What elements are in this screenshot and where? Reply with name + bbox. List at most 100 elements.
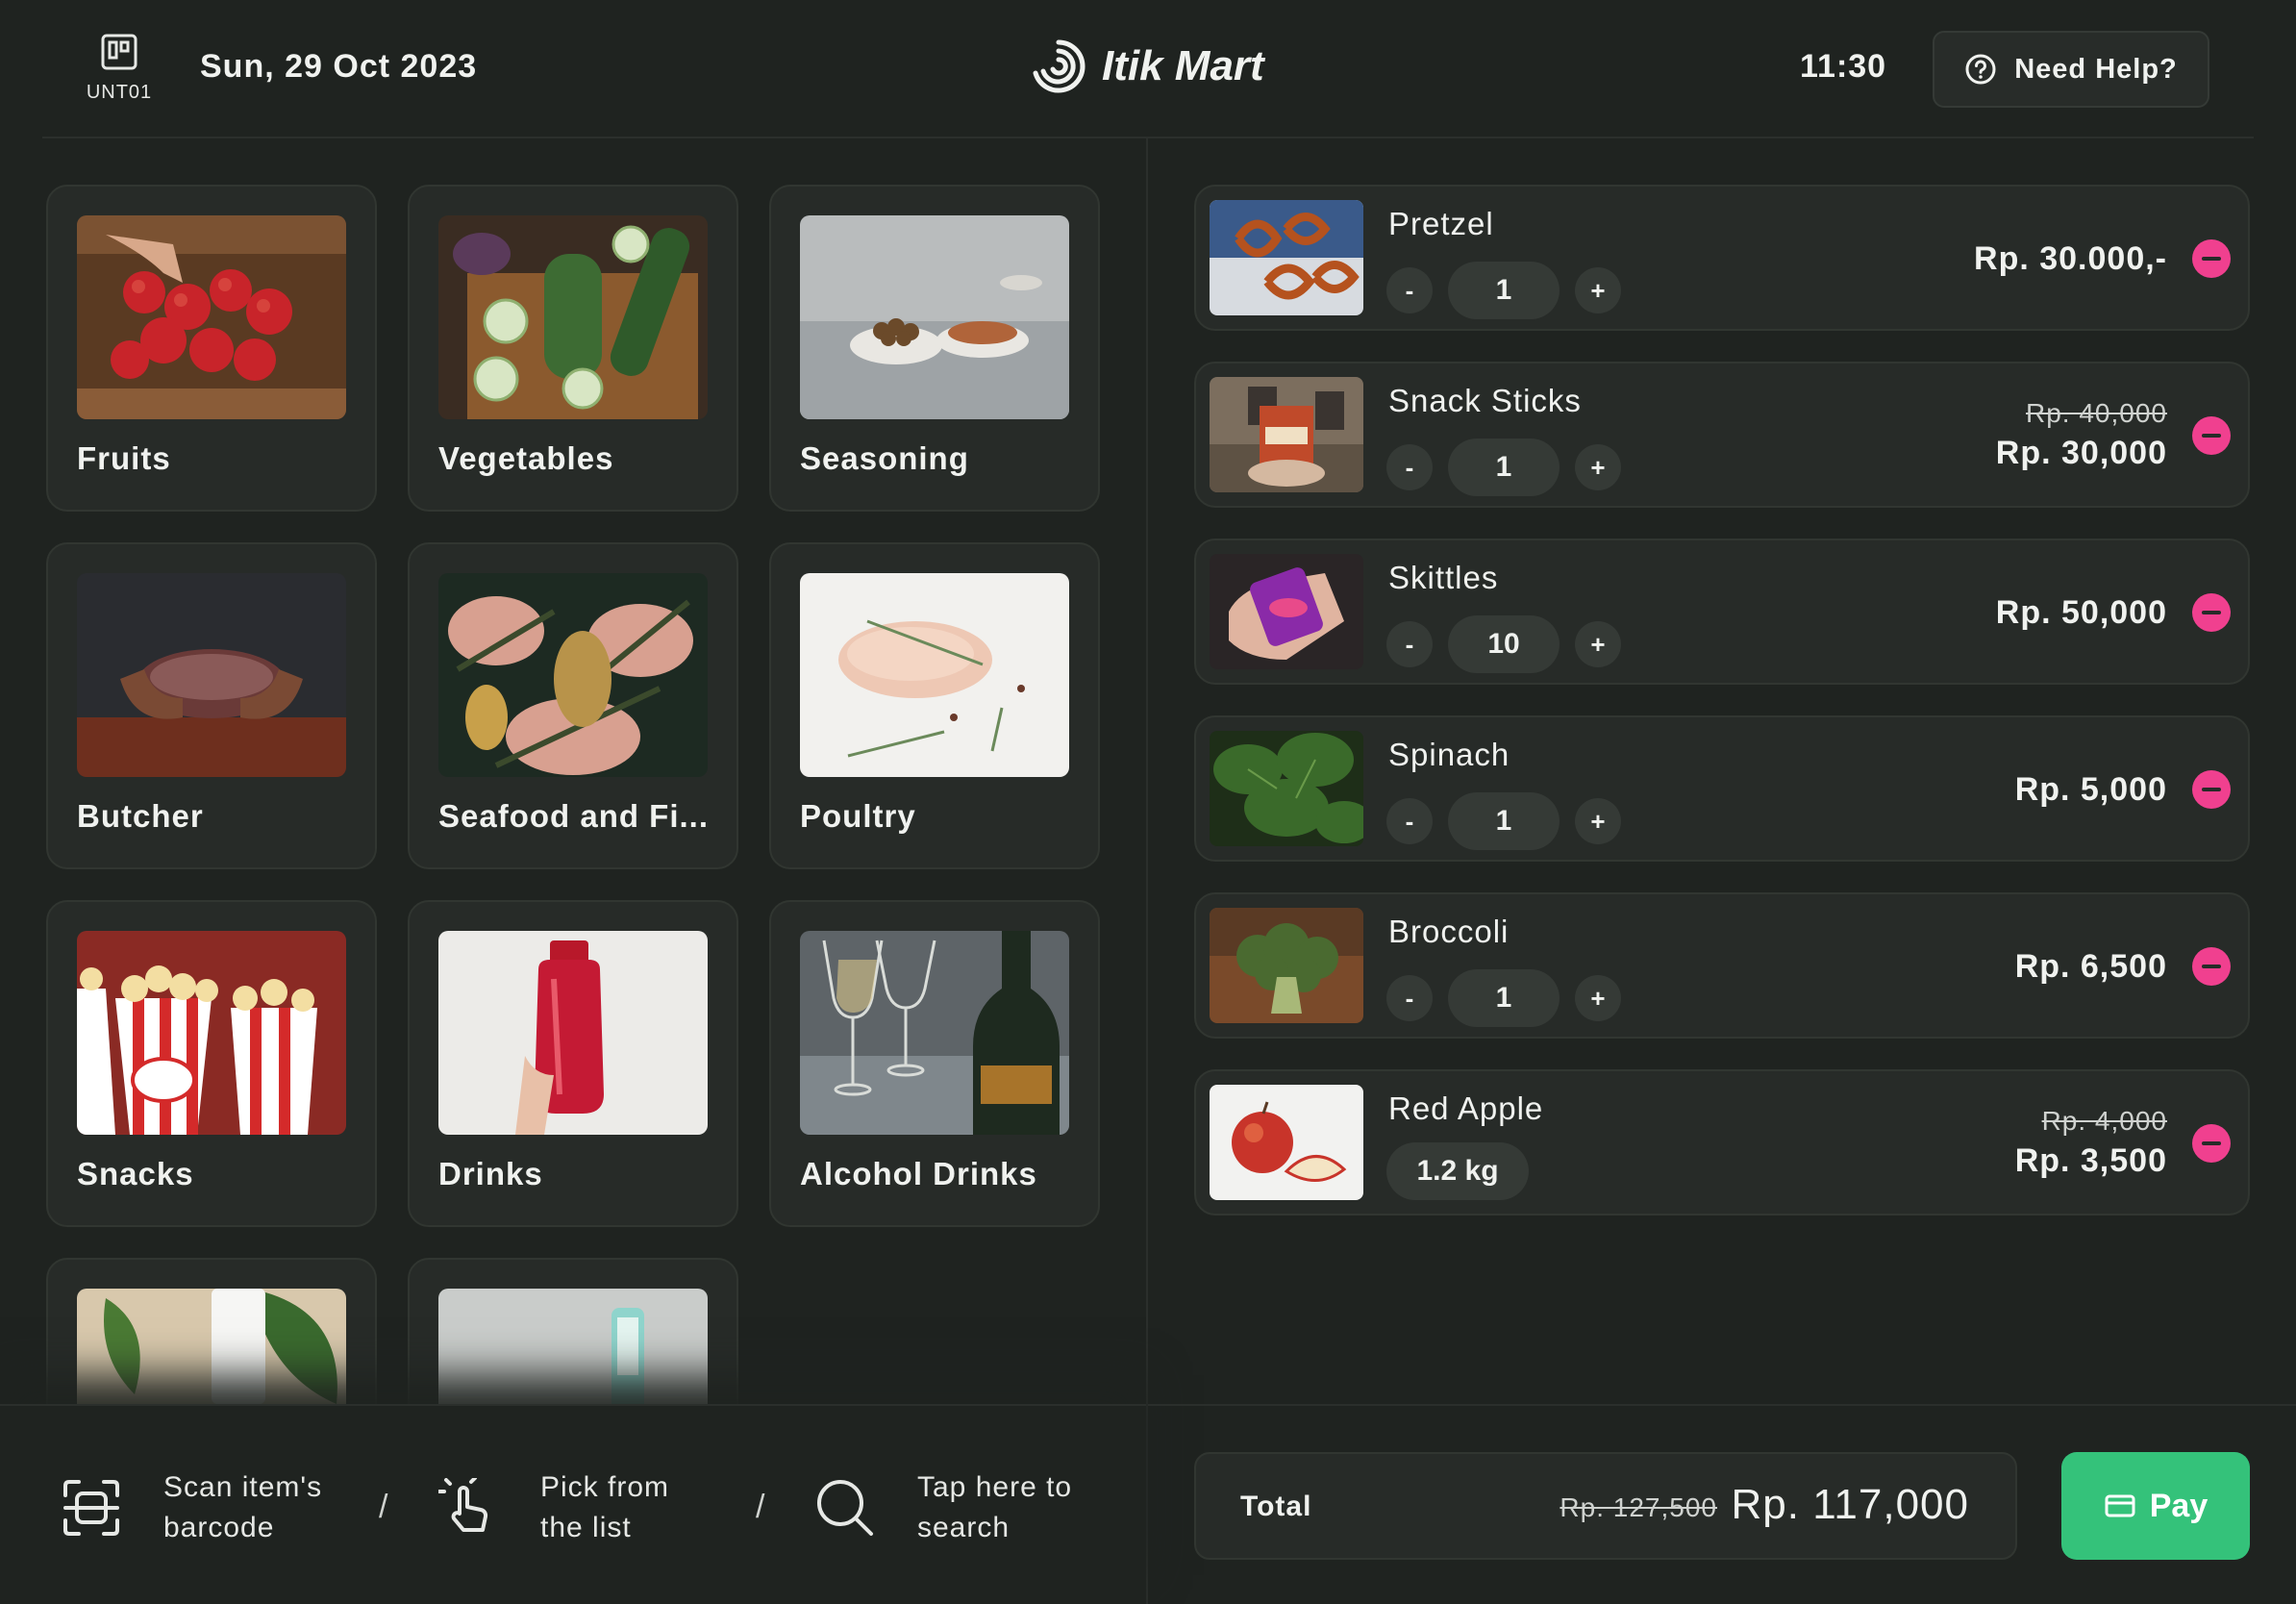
category-butcher[interactable]: Butcher [46, 542, 377, 869]
minus-icon [2202, 1141, 2221, 1145]
decrease-qty-button[interactable]: - [1386, 798, 1433, 844]
item-price: Rp. 5,000 [2014, 771, 2167, 808]
barcode-scan-icon [63, 1480, 119, 1536]
quantity-stepper: - 1 + [1386, 439, 1621, 496]
drinks-photo [438, 931, 708, 1135]
hint-separator: / [379, 1489, 388, 1525]
remove-item-button[interactable] [2192, 416, 2231, 455]
minus-icon [2202, 434, 2221, 438]
clock: 11:30 [1800, 48, 1887, 85]
total-label: Total [1240, 1491, 1312, 1522]
spinach-photo [1210, 731, 1363, 846]
skincare-photo [77, 1289, 346, 1404]
skittles-photo [1210, 554, 1363, 669]
category-label: Alcohol Drinks [800, 1156, 1037, 1191]
increase-qty-button[interactable]: + [1575, 267, 1621, 313]
quantity-value[interactable]: 1 [1448, 792, 1560, 850]
category-label: Butcher [77, 798, 204, 834]
item-name: Broccoli [1388, 914, 1510, 949]
broccoli-photo [1210, 908, 1363, 1023]
poultry-photo [800, 573, 1069, 777]
terminal-icon [101, 34, 137, 70]
decrease-qty-button[interactable]: - [1386, 621, 1433, 667]
quantity-stepper: - 1 + [1386, 262, 1621, 319]
alcohol-photo [800, 931, 1069, 1135]
category-drinks[interactable]: Drinks [408, 900, 738, 1227]
decrease-qty-button[interactable]: - [1386, 975, 1433, 1021]
category-vegetables[interactable]: Vegetables [408, 185, 738, 512]
search-icon [817, 1480, 873, 1536]
hint-separator: / [756, 1489, 765, 1525]
quantity-value[interactable]: 1 [1448, 439, 1560, 496]
butcher-photo [77, 573, 346, 777]
cart-item: Red Apple 1.2 kg Rp. 4,000 Rp. 3,500 [1194, 1069, 2250, 1216]
category-label: Drinks [438, 1156, 543, 1191]
weight-value[interactable]: 1.2 kg [1386, 1142, 1529, 1200]
category-alcohol[interactable]: Alcohol Drinks [769, 900, 1100, 1227]
category-poultry[interactable]: Poultry [769, 542, 1100, 869]
brand-name: Itik Mart [1102, 42, 1264, 89]
seasoning-photo [800, 215, 1069, 419]
category-label: Fruits [77, 440, 171, 476]
quantity-value[interactable]: 1 [1448, 969, 1560, 1027]
cart-item: Broccoli - 1 + Rp. 6,500 [1194, 892, 2250, 1039]
category-personal-care[interactable] [408, 1258, 738, 1404]
category-label: Poultry [800, 798, 916, 834]
increase-qty-button[interactable]: + [1575, 621, 1621, 667]
item-old-price: Rp. 40,000 [2026, 398, 2167, 428]
unit-indicator: UNT01 [81, 33, 158, 104]
vegetables-photo [438, 215, 708, 419]
total-old-price: Rp. 127,500 [1560, 1492, 1717, 1522]
item-price: Rp. 50,000 [1995, 594, 2167, 631]
decrease-qty-button[interactable]: - [1386, 444, 1433, 490]
brand-logo: Itik Mart [1029, 37, 1264, 96]
category-grid: Fruits Vegetables Seasoning Butcher Seaf… [46, 185, 1102, 1404]
search-hint-text: Tap here to search [917, 1471, 1073, 1543]
minus-icon [2202, 257, 2221, 261]
increase-qty-button[interactable]: + [1575, 444, 1621, 490]
category-label: Snacks [77, 1156, 194, 1191]
item-price: Rp. 3,500 [2014, 1142, 2167, 1179]
remove-item-button[interactable] [2192, 770, 2231, 809]
pick-from-list-hint[interactable]: Pick from the list [438, 1467, 713, 1548]
cart-item: Spinach - 1 + Rp. 5,000 [1194, 715, 2250, 862]
unit-label: UNT01 [86, 82, 153, 103]
remove-item-button[interactable] [2192, 1124, 2231, 1163]
help-icon [1965, 54, 1996, 85]
pay-button[interactable]: Pay [2061, 1452, 2250, 1560]
category-label: Seafood and Fi... [438, 798, 710, 834]
increase-qty-button[interactable]: + [1575, 975, 1621, 1021]
need-help-button[interactable]: Need Help? [1933, 31, 2209, 108]
category-snacks[interactable]: Snacks [46, 900, 377, 1227]
item-name: Snack Sticks [1388, 383, 1582, 418]
increase-qty-button[interactable]: + [1575, 798, 1621, 844]
category-skincare[interactable] [46, 1258, 377, 1404]
item-name: Pretzel [1388, 206, 1494, 241]
decrease-qty-button[interactable]: - [1386, 267, 1433, 313]
item-price: Rp. 6,500 [2014, 948, 2167, 985]
item-price: Rp. 30.000,- [1974, 240, 2167, 277]
snacks-photo [77, 931, 346, 1135]
remove-item-button[interactable] [2192, 947, 2231, 986]
category-seafood[interactable]: Seafood and Fi... [408, 542, 738, 869]
date-display: Sun, 29 Oct 2023 [200, 48, 478, 85]
category-label: Vegetables [438, 440, 614, 476]
pay-label: Pay [2149, 1487, 2209, 1524]
need-help-label: Need Help? [2014, 53, 2178, 85]
scan-hint-text: Scan item's barcode [163, 1471, 323, 1543]
category-seasoning[interactable]: Seasoning [769, 185, 1100, 512]
quantity-value[interactable]: 1 [1448, 262, 1560, 319]
remove-item-button[interactable] [2192, 593, 2231, 632]
item-name: Skittles [1388, 560, 1499, 595]
quantity-value[interactable]: 10 [1448, 615, 1560, 673]
item-old-price: Rp. 4,000 [2041, 1106, 2167, 1136]
scan-barcode-hint[interactable]: Scan item's barcode [62, 1467, 337, 1548]
pick-hint-text: Pick from the list [540, 1471, 670, 1543]
quantity-stepper: - 1 + [1386, 792, 1621, 850]
remove-item-button[interactable] [2192, 239, 2231, 278]
seafood-photo [438, 573, 708, 777]
cart-item: Snack Sticks - 1 + Rp. 40,000 Rp. 30,000 [1194, 362, 2250, 508]
quantity-stepper: - 10 + [1386, 615, 1621, 673]
search-hint[interactable]: Tap here to search [815, 1467, 1090, 1548]
category-fruits[interactable]: Fruits [46, 185, 377, 512]
